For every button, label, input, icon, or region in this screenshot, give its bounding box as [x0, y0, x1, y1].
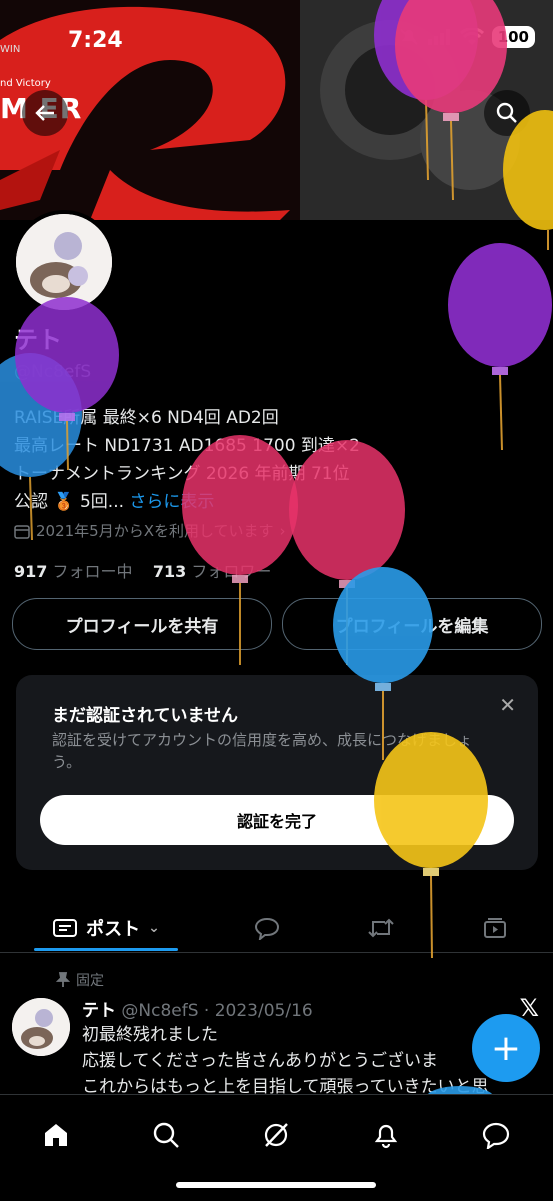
- profile-handle: @Nc8efS: [14, 362, 92, 382]
- pin-icon: [56, 972, 70, 987]
- nav-notifications[interactable]: [366, 1115, 406, 1155]
- followers-count: 713: [152, 562, 187, 581]
- chat-icon: [482, 1122, 510, 1149]
- profile-name: テト: [14, 326, 62, 354]
- compose-button[interactable]: +: [472, 1014, 540, 1082]
- nav-home[interactable]: [36, 1115, 76, 1155]
- tab-posts[interactable]: ポスト ⌄: [34, 905, 178, 951]
- search-icon: [496, 102, 517, 123]
- close-icon[interactable]: ✕: [499, 693, 516, 717]
- edit-profile-button[interactable]: プロフィールを編集: [282, 598, 542, 650]
- bio-line: RAISE所属 最終×6 ND4回 AD2回: [14, 408, 279, 428]
- grok-icon: [264, 1123, 288, 1147]
- back-button[interactable]: [22, 90, 68, 136]
- card-title: まだ認証されていません: [52, 706, 238, 726]
- active-tab-indicator: [34, 948, 178, 951]
- nav-grok[interactable]: [256, 1115, 296, 1155]
- post-text[interactable]: 初最終残れました 応援してくださった皆さんありがとうございま これからはもっと上…: [82, 1022, 542, 1100]
- mute-icon: [400, 29, 418, 45]
- post-author-name[interactable]: テト: [82, 1001, 116, 1021]
- card-description: 認証を受けてアカウントの信用度を高め、成長につなげましょう。: [52, 731, 473, 771]
- post-meta: @Nc8efS · 2023/05/16: [121, 1001, 313, 1021]
- pinned-label: 固定: [76, 973, 104, 989]
- following-count: 917: [14, 562, 48, 581]
- post-avatar-image: [12, 998, 70, 1056]
- nav-messages[interactable]: [476, 1115, 516, 1155]
- profile-bio: RAISE所属 最終×6 ND4回 AD2回 最高レート ND1731 AD16…: [14, 404, 544, 516]
- complete-verification-button[interactable]: 認証を完了: [40, 795, 514, 845]
- battery-level: 100: [491, 26, 535, 48]
- joined-date: 2021年5月からXを利用しています ›: [14, 520, 286, 541]
- bell-icon: [374, 1124, 398, 1149]
- bio-line-last: 公認 🥉 5回... さらに表示: [14, 488, 544, 516]
- profile-avatar[interactable]: [12, 210, 116, 314]
- bio-line: 公認 🥉 5回...: [14, 492, 125, 512]
- show-more-link[interactable]: さらに表示: [129, 492, 214, 512]
- followers-link[interactable]: 713 フォロワー: [153, 562, 272, 581]
- home-icon: [45, 1124, 67, 1146]
- share-profile-button[interactable]: プロフィールを共有: [12, 598, 272, 650]
- reply-icon: [254, 917, 280, 940]
- avatar-image: [16, 214, 112, 310]
- banner-win-text: WIN: [0, 44, 21, 55]
- bio-line: 最高レート ND1731 AD1685 1700 到達×2: [14, 436, 360, 456]
- followers-label: フォロワー: [191, 562, 272, 581]
- search-button[interactable]: [484, 90, 530, 136]
- nav-search[interactable]: [146, 1115, 186, 1155]
- pinned-indicator: 固定: [56, 970, 104, 990]
- plus-icon: +: [490, 1027, 522, 1069]
- post-header: テト @Nc8efS · 2023/05/16: [82, 996, 313, 1021]
- following-link[interactable]: 917 フォロー中: [14, 562, 133, 581]
- signal-icon: [427, 29, 450, 45]
- bio-line: トーナメントランキング 2026 年前期 71位: [14, 464, 350, 484]
- home-indicator: [176, 1182, 376, 1188]
- joined-text: 2021年5月からXを利用しています: [36, 522, 274, 540]
- repost-icon: [368, 918, 394, 938]
- verification-card: まだ認証されていません 認証を受けてアカウントの信用度を高め、成長につなげましょ…: [16, 675, 538, 870]
- tab-divider: [0, 952, 553, 953]
- wifi-icon: [459, 28, 484, 45]
- chevron-right-icon: ›: [279, 521, 286, 540]
- chevron-down-icon: ⌄: [148, 920, 160, 936]
- back-arrow-icon: [35, 105, 54, 121]
- following-label: フォロー中: [52, 562, 133, 581]
- tab-replies[interactable]: [240, 905, 294, 951]
- follow-stats: 917 フォロー中 713 フォロワー: [14, 558, 271, 582]
- media-icon: [484, 918, 506, 938]
- tab-posts-label: ポスト: [86, 919, 141, 940]
- search-icon: [153, 1122, 179, 1148]
- calendar-icon: [14, 524, 30, 539]
- banner-small-text: nd Victory: [0, 78, 51, 89]
- status-time: 7:24: [68, 28, 123, 53]
- tab-media[interactable]: [468, 905, 522, 951]
- tab-reposts[interactable]: [354, 905, 408, 951]
- status-icons: 100: [398, 26, 535, 48]
- posts-tab-icon: [53, 919, 78, 937]
- post-avatar[interactable]: [12, 998, 70, 1056]
